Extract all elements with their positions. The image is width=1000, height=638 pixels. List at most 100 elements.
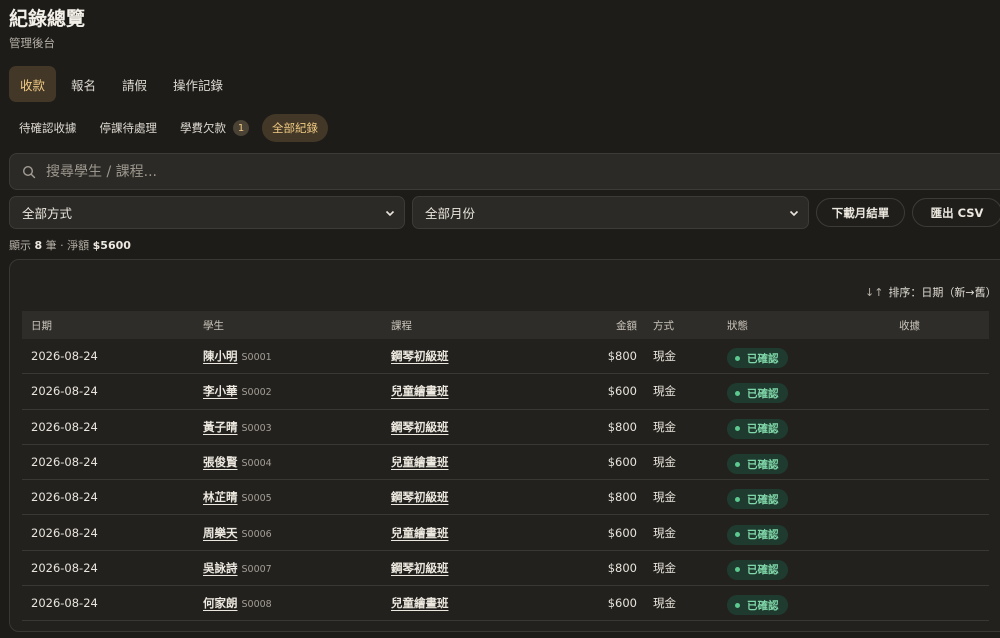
tab-activity-log[interactable]: 操作記錄	[162, 66, 234, 102]
status-dot-icon	[735, 496, 740, 502]
student-name-link[interactable]: 林芷晴	[203, 490, 238, 504]
student-id: S0005	[241, 493, 272, 505]
cell-status: 已確認	[727, 415, 899, 439]
student-name-link[interactable]: 何家朗	[203, 596, 238, 610]
student-name-link[interactable]: 陳小明	[203, 349, 238, 363]
course-link[interactable]: 鋼琴初級班	[391, 490, 449, 504]
cell-amount: $600	[607, 525, 637, 540]
course-link[interactable]: 鋼琴初級班	[391, 420, 449, 434]
summary-unit: 筆 · 淨額	[45, 239, 90, 252]
student-id: S0007	[241, 563, 272, 575]
cell-status: 已確認	[727, 450, 899, 475]
cell-date: 2026-08-24	[31, 419, 98, 434]
col-student[interactable]: 學生	[203, 318, 391, 333]
month-select-value: 全部月份	[425, 206, 476, 221]
subtab-label: 學費欠款	[180, 121, 226, 135]
chevron-down-icon	[789, 210, 799, 216]
main-tabs: 收款 報名 請假 操作記錄	[9, 66, 238, 102]
student-id: S0006	[241, 528, 272, 540]
cell-student: 林芷晴 S0005	[203, 489, 391, 505]
course-link[interactable]: 鋼琴初級班	[391, 561, 449, 575]
cell-course: 兒童繪畫班	[391, 525, 551, 541]
method-select-value: 全部方式	[22, 206, 73, 221]
cell-course: 兒童繪畫班	[391, 383, 551, 399]
student-id: S0004	[241, 458, 272, 470]
student-name-link[interactable]: 周樂天	[203, 526, 238, 540]
student-name-link[interactable]: 李小華	[203, 384, 238, 398]
cell-student: 黃子晴 S0003	[203, 419, 391, 435]
cell-student: 吳詠詩 S0007	[203, 560, 391, 576]
subtab-suspension-pending[interactable]: 停課待處理	[90, 114, 168, 142]
course-link[interactable]: 兒童繪畫班	[391, 455, 449, 469]
records-card: ↓↑ 排序：日期（新→舊） 日期 學生 課程 金額 方式 狀態 收據 2026-…	[9, 259, 1000, 632]
cell-amount: $600	[607, 384, 637, 399]
cell-amount: $600	[607, 596, 637, 611]
cell-status: 已確認	[727, 344, 899, 369]
method-select[interactable]: 全部方式	[9, 196, 405, 229]
student-id: S0003	[241, 422, 272, 434]
cell-method: 現金	[653, 560, 676, 575]
month-select[interactable]: 全部月份	[412, 196, 809, 229]
status-text: 已確認	[747, 493, 779, 506]
sort-label: 排序：日期（新→舊）	[888, 286, 997, 299]
table-row: 2026-08-24 林芷晴 S0005 鋼琴初級班 $800 現金 已確認	[22, 480, 989, 516]
summary-total: $5600	[92, 239, 131, 252]
col-course[interactable]: 課程	[391, 318, 551, 333]
records-table: 日期 學生 課程 金額 方式 狀態 收據 2026-08-24 陳小明 S0001…	[22, 311, 989, 622]
status-badge: 已確認	[727, 383, 788, 404]
col-receipt[interactable]: 收據	[899, 318, 989, 333]
col-date[interactable]: 日期	[22, 318, 203, 333]
summary: 顯示 8 筆 · 淨額 $5600	[9, 237, 131, 253]
subtab-pending-receipts[interactable]: 待確認收據	[9, 114, 87, 142]
cell-method: 現金	[653, 455, 676, 470]
cell-date: 2026-08-24	[31, 525, 98, 540]
sort-control[interactable]: ↓↑ 排序：日期（新→舊）	[865, 284, 997, 300]
cell-amount: $800	[607, 560, 637, 575]
cell-status: 已確認	[727, 521, 899, 545]
col-status[interactable]: 狀態	[727, 318, 899, 333]
table-row: 2026-08-24 周樂天 S0006 兒童繪畫班 $600 現金 已確認	[22, 515, 989, 551]
course-link[interactable]: 兒童繪畫班	[391, 526, 449, 540]
status-text: 已確認	[747, 458, 779, 471]
cell-course: 兒童繪畫班	[391, 454, 551, 470]
cell-date: 2026-08-24	[31, 490, 98, 505]
course-link[interactable]: 鋼琴初級班	[391, 349, 449, 363]
search-box	[9, 153, 1000, 190]
cell-method: 現金	[653, 349, 676, 364]
tab-leave[interactable]: 請假	[111, 66, 158, 102]
table-row: 2026-08-24 李小華 S0002 兒童繪畫班 $600 現金 已確認	[22, 374, 989, 410]
cell-student: 李小華 S0002	[203, 383, 391, 399]
tab-enrollment[interactable]: 報名	[60, 66, 107, 102]
student-name-link[interactable]: 黃子晴	[203, 420, 238, 434]
status-dot-icon	[735, 567, 740, 573]
cell-student: 何家朗 S0008	[203, 595, 391, 611]
status-badge: 已確認	[727, 454, 788, 475]
col-method[interactable]: 方式	[642, 318, 727, 333]
tab-payments[interactable]: 收款	[9, 66, 57, 102]
cell-amount: $800	[607, 490, 637, 505]
student-name-link[interactable]: 張俊賢	[203, 455, 238, 469]
search-input[interactable]	[46, 163, 1000, 180]
cell-amount: $600	[607, 455, 637, 470]
course-link[interactable]: 兒童繪畫班	[391, 596, 449, 610]
status-dot-icon	[735, 355, 740, 361]
cell-student: 陳小明 S0001	[203, 348, 391, 364]
cell-date: 2026-08-24	[31, 596, 98, 611]
student-name-link[interactable]: 吳詠詩	[203, 561, 238, 575]
subtab-tuition-arrears[interactable]: 學費欠款 1	[170, 114, 259, 142]
export-csv-button[interactable]: 匯出 CSV	[912, 198, 1000, 227]
cell-course: 鋼琴初級班	[391, 419, 551, 435]
cell-status: 已確認	[727, 485, 899, 510]
cell-amount: $800	[607, 349, 637, 364]
cell-date: 2026-08-24	[31, 455, 98, 470]
status-text: 已確認	[747, 352, 779, 365]
col-amount[interactable]: 金額	[551, 318, 642, 333]
course-link[interactable]: 兒童繪畫班	[391, 384, 449, 398]
status-badge: 已確認	[727, 489, 788, 510]
download-statement-button[interactable]: 下載月結單	[816, 198, 905, 227]
cell-date: 2026-08-24	[31, 384, 98, 399]
cell-method: 現金	[653, 596, 676, 611]
cell-status: 已確認	[727, 379, 899, 404]
subtab-all-records[interactable]: 全部紀錄	[262, 114, 328, 142]
cell-method: 現金	[653, 490, 676, 505]
